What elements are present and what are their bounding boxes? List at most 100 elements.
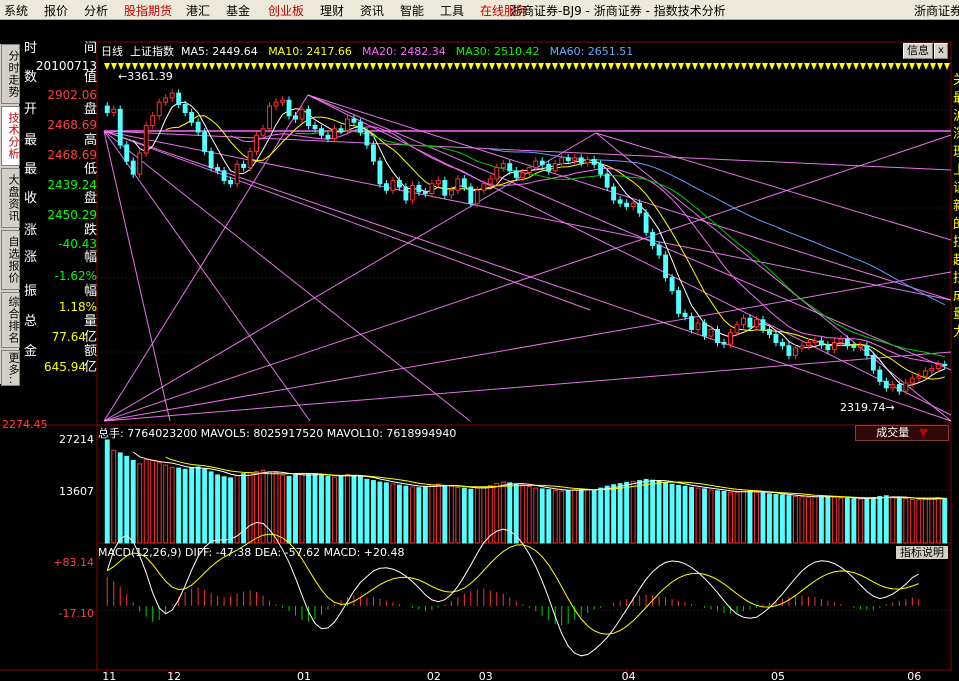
gann-line	[595, 132, 952, 422]
marker-triangle	[244, 63, 250, 70]
marker-triangle	[895, 63, 901, 70]
candle-body	[364, 131, 370, 146]
candle-body	[805, 341, 811, 347]
volume-bar	[630, 480, 636, 544]
marker-triangle	[650, 63, 656, 70]
volume-bar	[422, 486, 428, 544]
menu-item[interactable]: 资讯	[360, 2, 384, 19]
candle-body	[280, 99, 285, 103]
info-label: 额	[84, 344, 97, 359]
volume-bar	[306, 473, 311, 544]
menu-item[interactable]: 系统	[4, 2, 28, 19]
volume-bar	[111, 449, 117, 544]
volume-bar	[935, 497, 941, 544]
menu-item[interactable]: 报价	[44, 2, 68, 19]
volume-bar	[825, 495, 831, 544]
candle-body	[669, 277, 675, 292]
ma-value: MA5: 2449.64	[181, 45, 258, 58]
marker-triangle	[440, 63, 446, 70]
marker-triangle	[524, 63, 530, 70]
marker-triangle	[825, 63, 831, 70]
marker-triangle	[902, 63, 908, 70]
volume-bar	[643, 478, 649, 544]
indicator-select[interactable]: 成交量 ▼	[855, 425, 949, 441]
menu-item[interactable]: 港汇	[186, 2, 210, 19]
candle-body	[176, 92, 182, 105]
candle-body	[500, 163, 506, 169]
menu-item[interactable]: 智能	[400, 2, 424, 19]
volume-bar	[507, 482, 513, 544]
candle-body	[546, 163, 552, 172]
right-edge-text: 拉	[953, 271, 959, 286]
volume-bar	[624, 481, 630, 544]
volume-bar	[455, 486, 461, 544]
right-edge-text: 上	[953, 163, 959, 178]
volume-bar	[156, 462, 162, 544]
marker-triangle	[713, 63, 719, 70]
x-axis-label: 04	[622, 670, 636, 681]
candle-body	[254, 134, 260, 152]
right-edge-text: 起	[953, 253, 959, 268]
candle-body	[773, 333, 779, 343]
marker-triangle	[286, 63, 292, 70]
volume-bar	[617, 483, 623, 544]
volume-bar	[702, 488, 707, 544]
marker-triangle	[104, 63, 110, 70]
x-axis-label: 12	[167, 670, 181, 681]
menu-item[interactable]: 股指期货	[124, 2, 172, 19]
info-label: 最	[24, 133, 37, 148]
info-button[interactable]: 信息	[903, 43, 933, 59]
menu-item[interactable]: 基金	[226, 2, 250, 19]
marker-triangle	[734, 63, 740, 70]
candle-body	[429, 183, 435, 195]
candle-body	[559, 157, 565, 165]
volume-bar	[805, 496, 811, 544]
candle-body	[507, 163, 513, 172]
volume-bar	[546, 489, 552, 544]
volume-bar	[773, 494, 779, 544]
volume-bar	[572, 489, 578, 544]
info-label: 涨	[24, 250, 37, 265]
candle-body	[604, 173, 610, 188]
marker-triangle	[699, 63, 705, 70]
x-axis-label: 03	[479, 670, 493, 681]
volume-bar	[474, 487, 480, 544]
candle-body	[624, 202, 630, 207]
info-label: 值	[84, 69, 97, 85]
menu-item[interactable]: 分析	[84, 2, 108, 19]
marker-triangle	[762, 63, 768, 70]
menu-item[interactable]: 创业板	[268, 2, 304, 19]
menu-item[interactable]: 理财	[320, 2, 344, 19]
marker-triangle	[818, 63, 824, 70]
volume-bar	[663, 481, 669, 544]
candle-body	[163, 97, 169, 103]
candle-body	[221, 170, 227, 182]
marker-triangle	[853, 63, 859, 70]
marker-triangle	[300, 63, 306, 70]
candle-body	[111, 108, 117, 114]
candle-body	[689, 316, 695, 331]
marker-triangle	[223, 63, 229, 70]
moving-average-line	[490, 148, 946, 306]
volume-bar	[754, 491, 759, 544]
candle-body	[916, 375, 922, 379]
volume-bar	[650, 479, 656, 544]
candle-body	[903, 382, 909, 392]
ma-value: MA10: 2417.66	[268, 45, 352, 58]
marker-triangle	[496, 63, 502, 70]
chart-area[interactable]: 日线 上证指数 MA5: 2449.64 MA10: 2417.66 MA20: 248…	[0, 20, 959, 681]
marker-triangle	[580, 63, 586, 70]
period-label: 日线	[101, 44, 123, 58]
candle-body	[143, 125, 149, 154]
candle-body	[468, 186, 474, 204]
marker-triangle	[797, 63, 803, 70]
indicator-explain-button[interactable]: 指标说明	[896, 546, 948, 559]
menu-item[interactable]: 工具	[440, 2, 464, 19]
close-panel-button[interactable]: x	[934, 43, 948, 59]
info-value: 2902.06	[47, 88, 97, 102]
marker-triangle	[328, 63, 334, 70]
candle-body	[338, 128, 344, 131]
info-value: 2439.24	[47, 178, 97, 192]
candle-body	[831, 341, 837, 351]
x-axis-label: 06	[907, 670, 921, 681]
